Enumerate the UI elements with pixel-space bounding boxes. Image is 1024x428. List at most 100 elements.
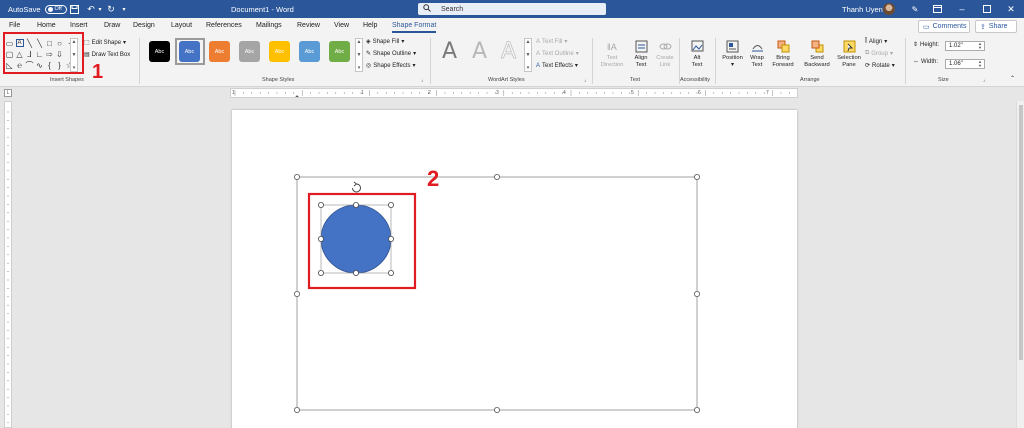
spinner-arrows-icon[interactable]: ▲ ▼ — [978, 42, 982, 50]
comment-icon: ▭ — [923, 23, 930, 31]
scrollbar-thumb[interactable] — [1019, 105, 1023, 360]
swatch-label: Abc — [274, 48, 285, 55]
scroll-down-icon[interactable]: ▼ — [526, 52, 531, 58]
user-name[interactable]: Thanh Uyen — [842, 0, 883, 18]
text-fill-button[interactable]: A Text Fill ▾ — [536, 38, 567, 46]
document-page[interactable] — [232, 110, 797, 428]
shape-effects-button[interactable]: ◎ Shape Effects ▾ — [366, 62, 416, 70]
tab-shape-format[interactable]: Shape Format — [392, 22, 437, 33]
scroll-down-icon[interactable]: ▼ — [357, 52, 362, 58]
wrap-text-button[interactable]: Wrap Text — [746, 39, 768, 69]
tab-design[interactable]: Design — [133, 22, 155, 29]
wordart-style-3[interactable]: A — [500, 39, 516, 65]
dialog-launcher-icon[interactable]: ⌟ — [584, 77, 586, 83]
text-fill-label: Text Fill — [542, 38, 563, 45]
style-swatch-gray[interactable]: Abc — [239, 41, 260, 62]
align-button[interactable]: ⫿ Align ▾ — [865, 38, 887, 45]
annotation-box-1 — [3, 32, 84, 74]
send-backward-button[interactable]: Send Backward — [800, 39, 834, 69]
alt-text-button[interactable]: Alt Text — [686, 39, 708, 69]
edit-shape-button[interactable]: ⬚ Edit Shape ▾ — [84, 39, 126, 47]
create-link-button[interactable]: Create Link — [654, 39, 676, 69]
rotate-button[interactable]: ⟳ Rotate ▾ — [865, 62, 895, 70]
style-swatch-blue[interactable]: Abc — [179, 41, 200, 62]
comments-button[interactable]: ▭ Comments — [918, 20, 970, 33]
minimize-icon[interactable]: – — [956, 3, 968, 15]
ribbon-display-icon[interactable] — [931, 3, 943, 15]
tab-view[interactable]: View — [334, 22, 349, 29]
redo-icon[interactable]: ↻ — [105, 3, 117, 15]
styles-gallery-scroll[interactable]: ▲ ▼ ▾ — [355, 38, 363, 72]
height-value: 1.02" — [949, 43, 963, 49]
style-swatch-lightblue[interactable]: Abc — [299, 41, 320, 62]
collapse-ribbon-icon[interactable]: ⌃ — [1010, 75, 1015, 82]
width-value: 1.06" — [949, 61, 963, 67]
indent-marker-icon[interactable]: ⏶ — [295, 94, 299, 100]
height-input[interactable]: 1.02" ▲ ▼ — [945, 41, 985, 51]
avatar[interactable] — [883, 3, 895, 15]
shape-styles-group-label: Shape Styles — [262, 77, 295, 83]
search-box[interactable]: Search — [418, 3, 606, 15]
position-button[interactable]: Position ▾ — [719, 39, 746, 69]
scroll-up-icon[interactable]: ▲ — [526, 39, 531, 45]
bring-forward-button[interactable]: Bring Forward — [768, 39, 798, 69]
shape-outline-button[interactable]: ✎ Shape Outline ▾ — [366, 50, 416, 58]
text-direction-button[interactable]: ‖A Text Direction — [597, 39, 627, 69]
swatch-label: Abc — [184, 48, 195, 55]
alt-text-label-2: Text — [691, 62, 703, 68]
draw-text-box-label: Draw Text Box — [91, 51, 131, 58]
width-input[interactable]: 1.06" ▲ ▼ — [945, 59, 985, 69]
wordart-style-1[interactable]: A — [442, 39, 457, 64]
autosave-label: AutoSave — [8, 4, 41, 14]
wordart-gallery-scroll[interactable]: ▲ ▼ ▾ — [524, 38, 532, 72]
gallery-more-icon[interactable]: ▾ — [358, 65, 361, 71]
rotate-icon: ⟳ — [865, 63, 871, 69]
style-swatch-black[interactable]: Abc — [149, 41, 170, 62]
wordart-styles-group-label: WordArt Styles — [488, 77, 525, 83]
maximize-icon[interactable] — [981, 3, 993, 15]
wordart-style-2[interactable]: A — [472, 39, 487, 64]
tab-references[interactable]: References — [206, 22, 242, 29]
tab-file[interactable]: File — [9, 22, 20, 29]
paint-bucket-icon: ◈ — [366, 39, 371, 45]
save-icon[interactable] — [68, 3, 80, 15]
tab-help[interactable]: Help — [363, 22, 377, 29]
style-swatch-orange[interactable]: Abc — [209, 41, 230, 62]
tab-mailings[interactable]: Mailings — [256, 22, 282, 29]
share-button[interactable]: ⇪ Share — [975, 20, 1017, 33]
style-swatch-gold[interactable]: Abc — [269, 41, 290, 62]
text-effects-button[interactable]: A Text Effects ▾ — [536, 62, 578, 70]
text-outline-button[interactable]: A Text Outline ▾ — [536, 50, 579, 58]
autosave-control[interactable]: AutoSave Off — [8, 0, 67, 18]
horizontal-ruler[interactable]: 1 1 2 3 4 5 6 7 ⏶ — [230, 88, 798, 100]
vertical-ruler[interactable] — [4, 101, 12, 428]
gallery-more-icon[interactable]: ▾ — [527, 65, 530, 71]
swatch-label: Abc — [244, 48, 255, 55]
style-swatch-green[interactable]: Abc — [329, 41, 350, 62]
autosave-toggle[interactable]: Off — [44, 4, 67, 14]
swatch-label: Abc — [334, 48, 345, 55]
pen-icon[interactable]: ✎ — [909, 3, 921, 15]
tab-insert[interactable]: Insert — [70, 22, 88, 29]
tab-home[interactable]: Home — [37, 22, 56, 29]
selection-pane-label-2: Pane — [842, 62, 856, 68]
annotation-number-1: 1 — [92, 61, 104, 83]
tab-selector[interactable]: L — [4, 89, 12, 97]
draw-text-box-button[interactable]: ▤ Draw Text Box — [84, 51, 131, 59]
text-box-icon: ▤ — [84, 52, 90, 58]
dialog-launcher-icon[interactable]: ⌟ — [421, 77, 423, 83]
spinner-arrows-icon[interactable]: ▲ ▼ — [978, 60, 982, 68]
group-button[interactable]: ⧉ Group ▾ — [865, 50, 893, 57]
customize-toolbar-icon[interactable]: ▾ — [118, 3, 130, 15]
send-backward-label-1: Send — [810, 55, 824, 61]
vertical-scrollbar[interactable] — [1016, 101, 1024, 428]
selection-pane-button[interactable]: Selection Pane — [835, 39, 863, 69]
align-text-button[interactable]: Align Text — [628, 39, 654, 69]
tab-layout[interactable]: Layout — [171, 22, 192, 29]
scroll-up-icon[interactable]: ▲ — [357, 39, 362, 45]
close-icon[interactable]: ✕ — [1005, 3, 1017, 15]
shape-fill-button[interactable]: ◈ Shape Fill ▾ — [366, 38, 404, 46]
tab-draw[interactable]: Draw — [104, 22, 120, 29]
dialog-launcher-icon[interactable]: ⌟ — [983, 77, 985, 83]
tab-review[interactable]: Review — [297, 22, 320, 29]
